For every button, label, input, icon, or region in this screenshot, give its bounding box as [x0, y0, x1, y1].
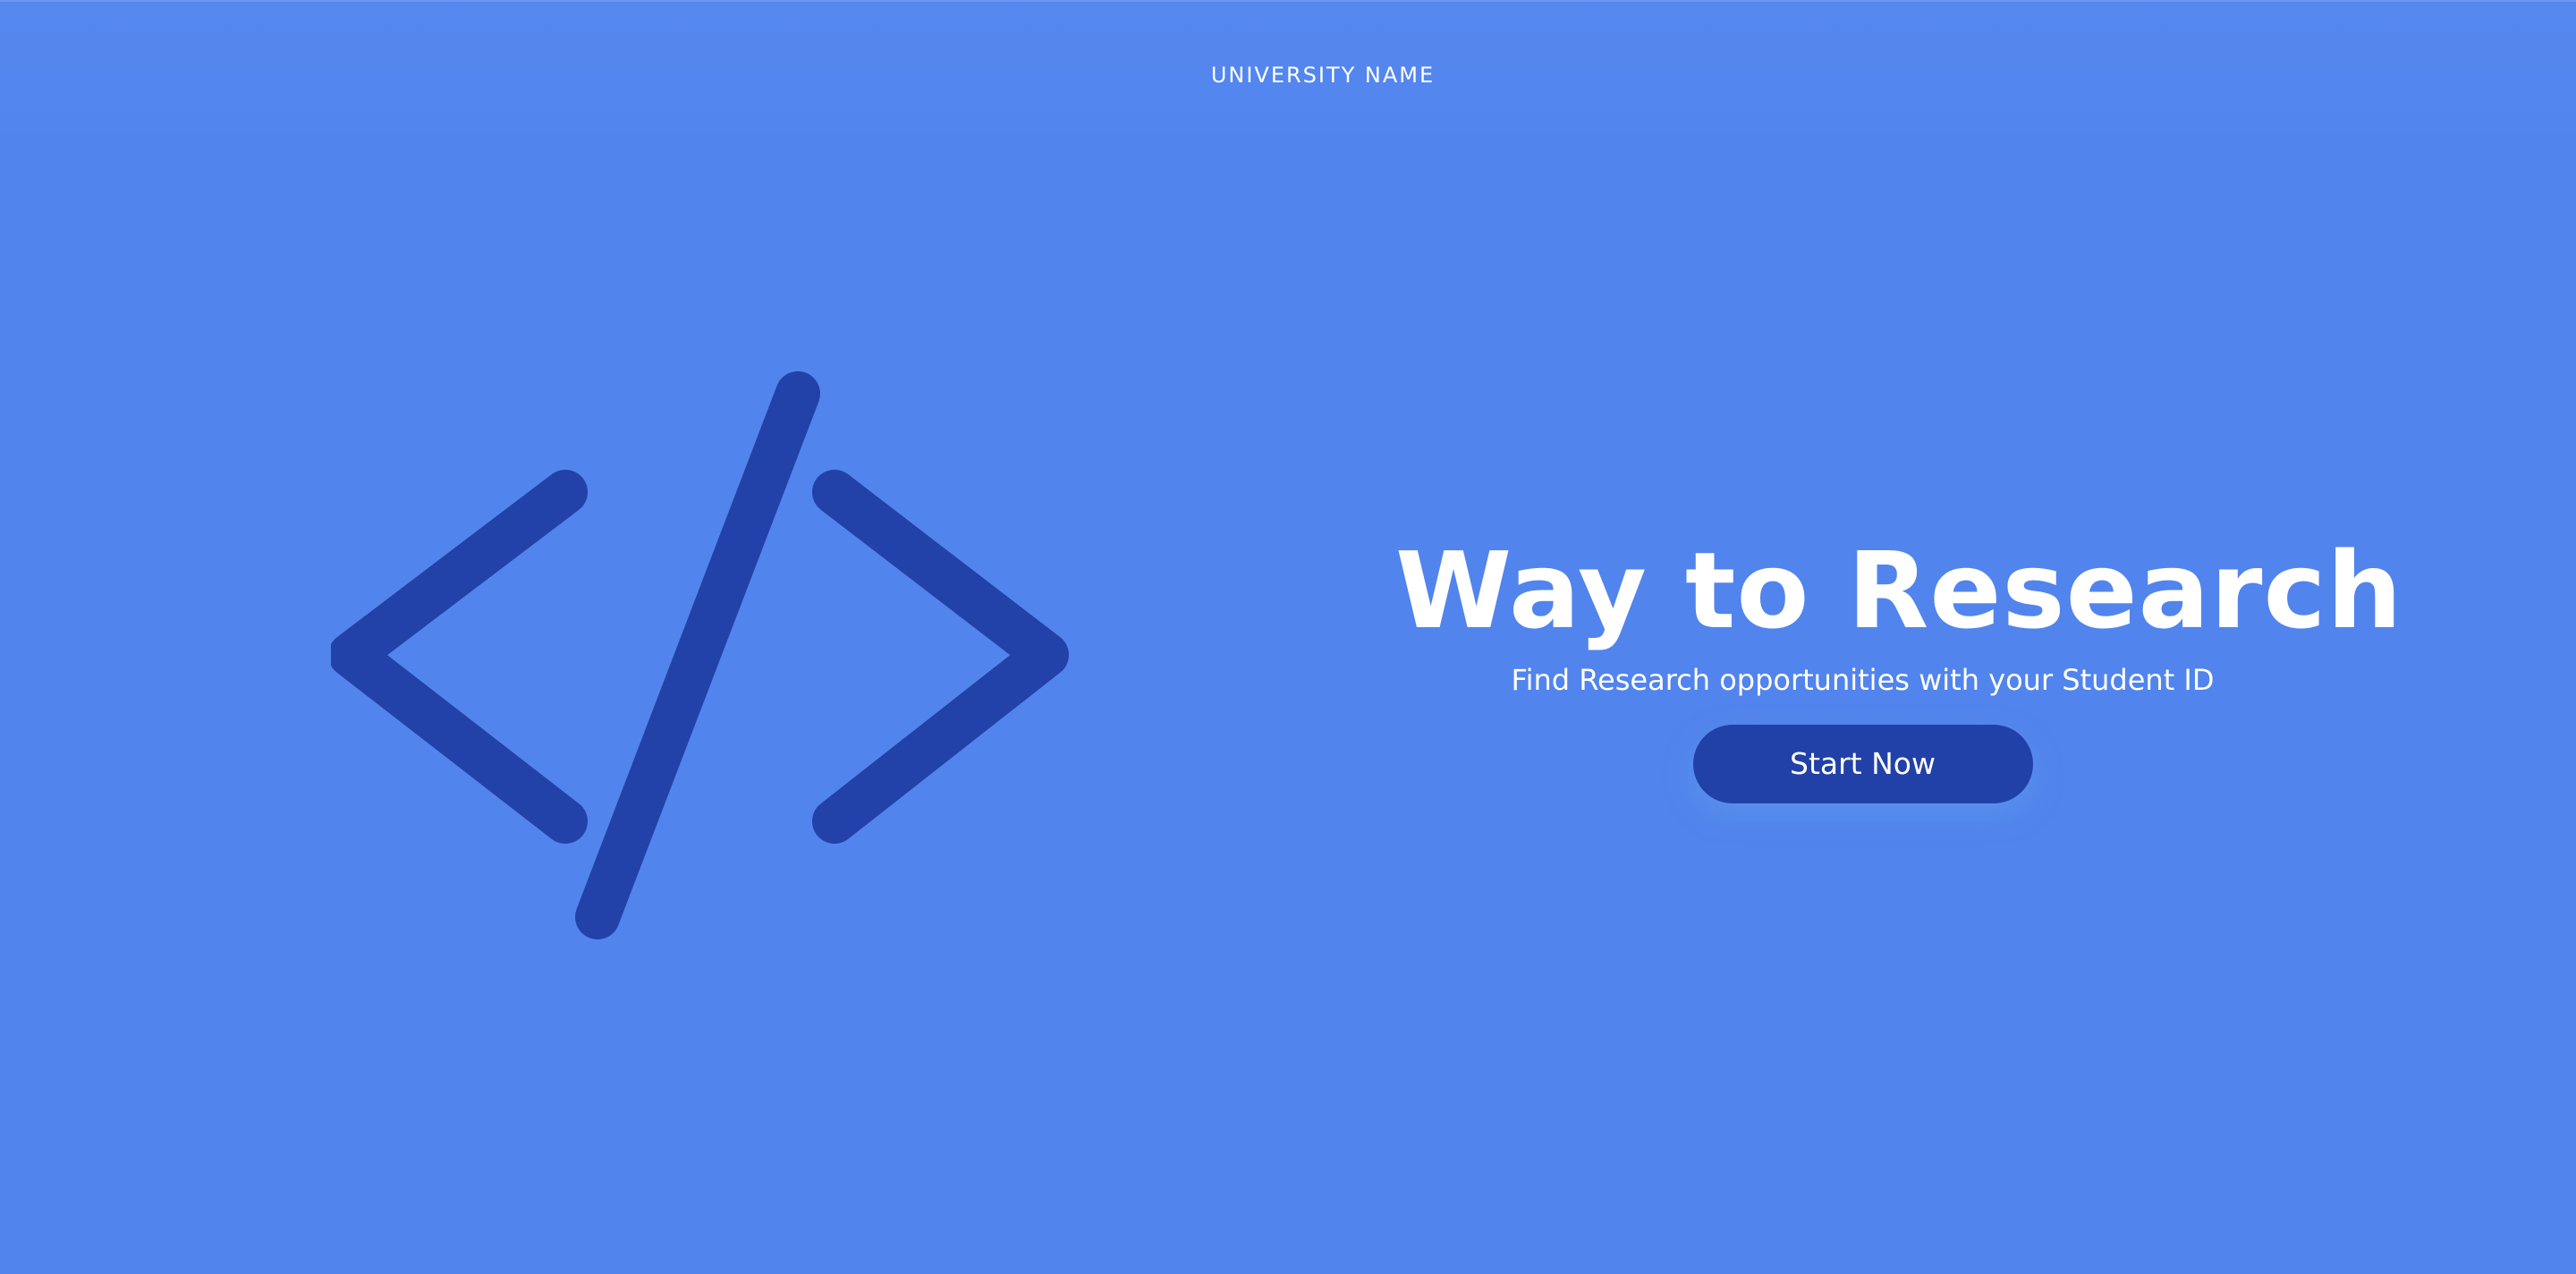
slash — [575, 371, 820, 939]
start-now-button[interactable]: Start Now — [1692, 725, 2033, 803]
top-header: UNIVERSITY NAME — [0, 0, 2576, 134]
university-name[interactable]: UNIVERSITY NAME — [0, 63, 2576, 88]
left-angle-bracket — [328, 470, 588, 844]
hero-subtitle: Find Research opportunities with your St… — [1511, 663, 2215, 697]
hero-title: Way to Research — [1395, 529, 2403, 652]
code-brackets-icon — [328, 367, 1073, 948]
hero-section: Way to Research Find Research opportunit… — [1395, 528, 2403, 803]
right-angle-bracket — [812, 470, 1069, 844]
